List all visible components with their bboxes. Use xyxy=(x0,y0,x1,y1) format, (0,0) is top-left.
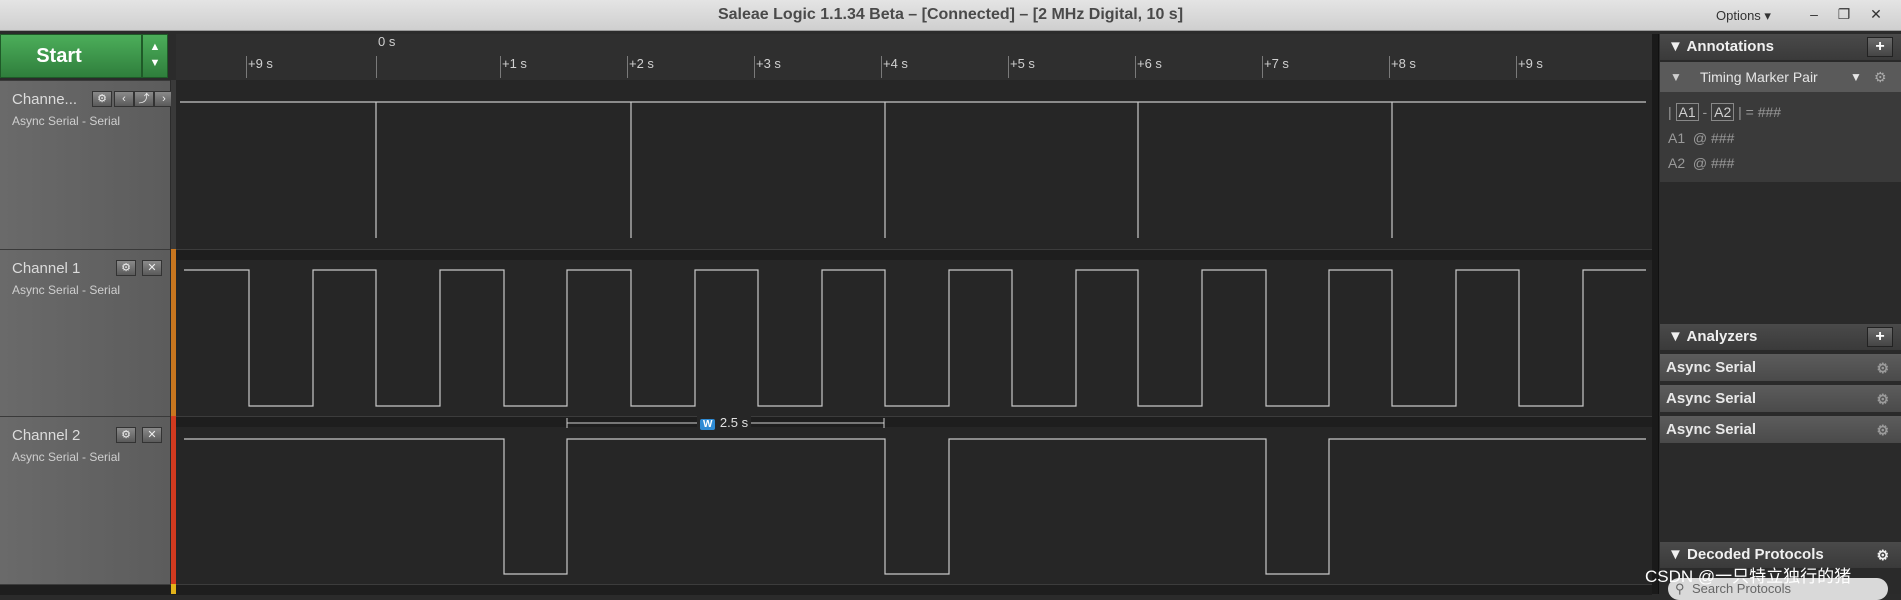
options-menu[interactable]: Options ▾ xyxy=(1716,8,1771,24)
title-bar: Saleae Logic 1.1.34 Beta – [Connected] –… xyxy=(0,0,1901,31)
timeline-tick-label: +4 s xyxy=(883,56,908,71)
a2-position: A2 @ ### xyxy=(1668,155,1734,171)
a2-label: A2 xyxy=(1668,155,1686,171)
timing-marker-pair-row[interactable]: ▼ Timing Marker Pair ▼ ⚙ xyxy=(1660,62,1901,92)
channel-2-waveform[interactable] xyxy=(176,427,1652,584)
timeline-tick-line xyxy=(1516,56,1517,78)
dropdown-arrow-icon[interactable]: ▼ xyxy=(1850,62,1862,92)
timeline-tick-label: +8 s xyxy=(1391,56,1416,71)
channel-0-name: Channe... xyxy=(12,91,78,108)
analyzer-item-label: Async Serial xyxy=(1666,421,1757,438)
timeline-ruler[interactable]: 0 s xyxy=(176,34,1652,81)
gear-icon[interactable]: ⚙ xyxy=(92,91,112,107)
collapse-triangle-icon[interactable]: ▼ xyxy=(1668,546,1683,563)
a1-label: A1 xyxy=(1668,130,1686,146)
timeline-tick-line xyxy=(246,56,247,78)
collapse-triangle-icon[interactable]: ▼ xyxy=(1668,328,1683,345)
channel-0-trace xyxy=(180,101,1646,238)
close-icon[interactable]: ✕ xyxy=(142,260,162,276)
gear-icon[interactable]: ⚙ xyxy=(116,427,136,443)
a2-value: @ ### xyxy=(1692,155,1735,171)
analyzers-title: Analyzers xyxy=(1686,328,1758,345)
arrow-up-icon[interactable]: ▲ xyxy=(150,41,161,53)
timeline-tick-label: +5 s xyxy=(1010,56,1035,71)
marker-icon: ▼ xyxy=(1670,70,1682,84)
annotations-header[interactable]: ▼ Annotations + xyxy=(1660,34,1901,60)
timeline-tick-label: +9 s xyxy=(1518,56,1543,71)
channel-1-name: Channel 1 xyxy=(12,260,81,277)
marker-pair-label: Timing Marker Pair xyxy=(1700,69,1818,85)
timeline-tick-line xyxy=(881,56,882,78)
close-icon[interactable]: ✕ xyxy=(1866,4,1886,24)
analyzer-item[interactable]: Async Serial ⚙ xyxy=(1660,354,1901,382)
timeline-zero-label: 0 s xyxy=(378,34,396,49)
analyzers-header[interactable]: ▼ Analyzers + xyxy=(1660,324,1901,350)
channel-2-trace xyxy=(184,438,1646,575)
channel-3-color xyxy=(171,584,176,594)
channel-1-label[interactable]: Channel 1 Async Serial - Serial ⚙ ✕ xyxy=(0,249,170,416)
analyzer-item[interactable]: Async Serial ⚙ xyxy=(1660,416,1901,444)
collapse-triangle-icon[interactable]: ▼ xyxy=(1668,38,1683,55)
channel-1-waveform[interactable] xyxy=(176,260,1652,416)
analyzer-item[interactable]: Async Serial ⚙ xyxy=(1660,385,1901,413)
add-analyzer-button[interactable]: + xyxy=(1867,327,1893,347)
gear-icon[interactable]: ⚙ xyxy=(116,260,136,276)
a1-box: A1 xyxy=(1675,103,1699,121)
decoded-protocols-title: Decoded Protocols xyxy=(1687,546,1824,563)
timeline-tick-label: +7 s xyxy=(1264,56,1289,71)
measurement-label[interactable]: W 2.5 s xyxy=(697,414,752,432)
annotations-title: Annotations xyxy=(1686,38,1774,55)
timeline-tick-label: +3 s xyxy=(756,56,781,71)
restore-icon[interactable]: ❐ xyxy=(1834,4,1854,24)
analyzer-item-label: Async Serial xyxy=(1666,390,1757,407)
timeline-tick-label: +9 s xyxy=(248,56,273,71)
timeline-tick-line xyxy=(1135,56,1136,78)
gear-icon[interactable]: ⚙ xyxy=(1876,542,1889,568)
measurement-value: 2.5 s xyxy=(719,415,749,430)
arrow-down-icon[interactable]: ▼ xyxy=(150,57,161,69)
timeline-tick-line xyxy=(500,56,501,78)
a1-value: @ ### xyxy=(1692,130,1735,146)
timeline-tick-line xyxy=(1389,56,1390,78)
add-annotation-button[interactable]: + xyxy=(1867,37,1893,57)
gear-icon[interactable]: ⚙ xyxy=(1876,416,1889,444)
timeline-tick-line xyxy=(1262,56,1263,78)
timeline-origin-line xyxy=(376,56,377,78)
timeline-tick-line xyxy=(1008,56,1009,78)
channel-3-edge xyxy=(0,584,1652,595)
gear-icon[interactable]: ⚙ xyxy=(1876,354,1889,382)
watermark-text: CSDN @一只特立独行的猪 xyxy=(1645,567,1852,586)
analyzer-item-label: Async Serial xyxy=(1666,359,1757,376)
channel-2-label[interactable]: Channel 2 Async Serial - Serial ⚙ ✕ xyxy=(0,416,170,584)
previous-edge-icon[interactable]: ‹ xyxy=(114,91,134,107)
channel-0-analyzer: Async Serial - Serial xyxy=(12,114,121,128)
gear-icon[interactable]: ⚙ xyxy=(1874,62,1887,92)
start-button[interactable]: Start xyxy=(0,34,142,78)
trigger-icon[interactable]: ⤴ xyxy=(134,91,154,107)
timeline-tick-line xyxy=(627,56,628,78)
channel-0-waveform[interactable] xyxy=(176,80,1652,249)
channel-2-analyzer: Async Serial - Serial xyxy=(12,450,121,464)
timeline-tick-label: +6 s xyxy=(1137,56,1162,71)
difference-value: = ### xyxy=(1745,104,1782,120)
minimize-icon[interactable]: – xyxy=(1804,4,1824,24)
a2-box: A2 xyxy=(1711,103,1735,121)
gear-icon[interactable]: ⚙ xyxy=(1876,385,1889,413)
marker-difference: | A1 - A2 | = ### xyxy=(1668,103,1782,121)
channel-2-name: Channel 2 xyxy=(12,427,81,444)
window-title: Saleae Logic 1.1.34 Beta – [Connected] –… xyxy=(717,6,1184,23)
start-options-arrows[interactable]: ▲ ▼ xyxy=(142,34,168,78)
timeline-tick-line xyxy=(754,56,755,78)
a1-position: A1 @ ### xyxy=(1668,130,1734,146)
channel-0-label[interactable]: Channe... Async Serial - Serial ⚙ ‹ ⤴ › xyxy=(0,80,174,249)
timeline-tick-label: +2 s xyxy=(629,56,654,71)
width-badge: W xyxy=(700,419,716,430)
channel-1-analyzer: Async Serial - Serial xyxy=(12,283,121,297)
timeline-tick-label: +1 s xyxy=(502,56,527,71)
close-icon[interactable]: ✕ xyxy=(142,427,162,443)
channel-1-trace xyxy=(184,269,1646,407)
